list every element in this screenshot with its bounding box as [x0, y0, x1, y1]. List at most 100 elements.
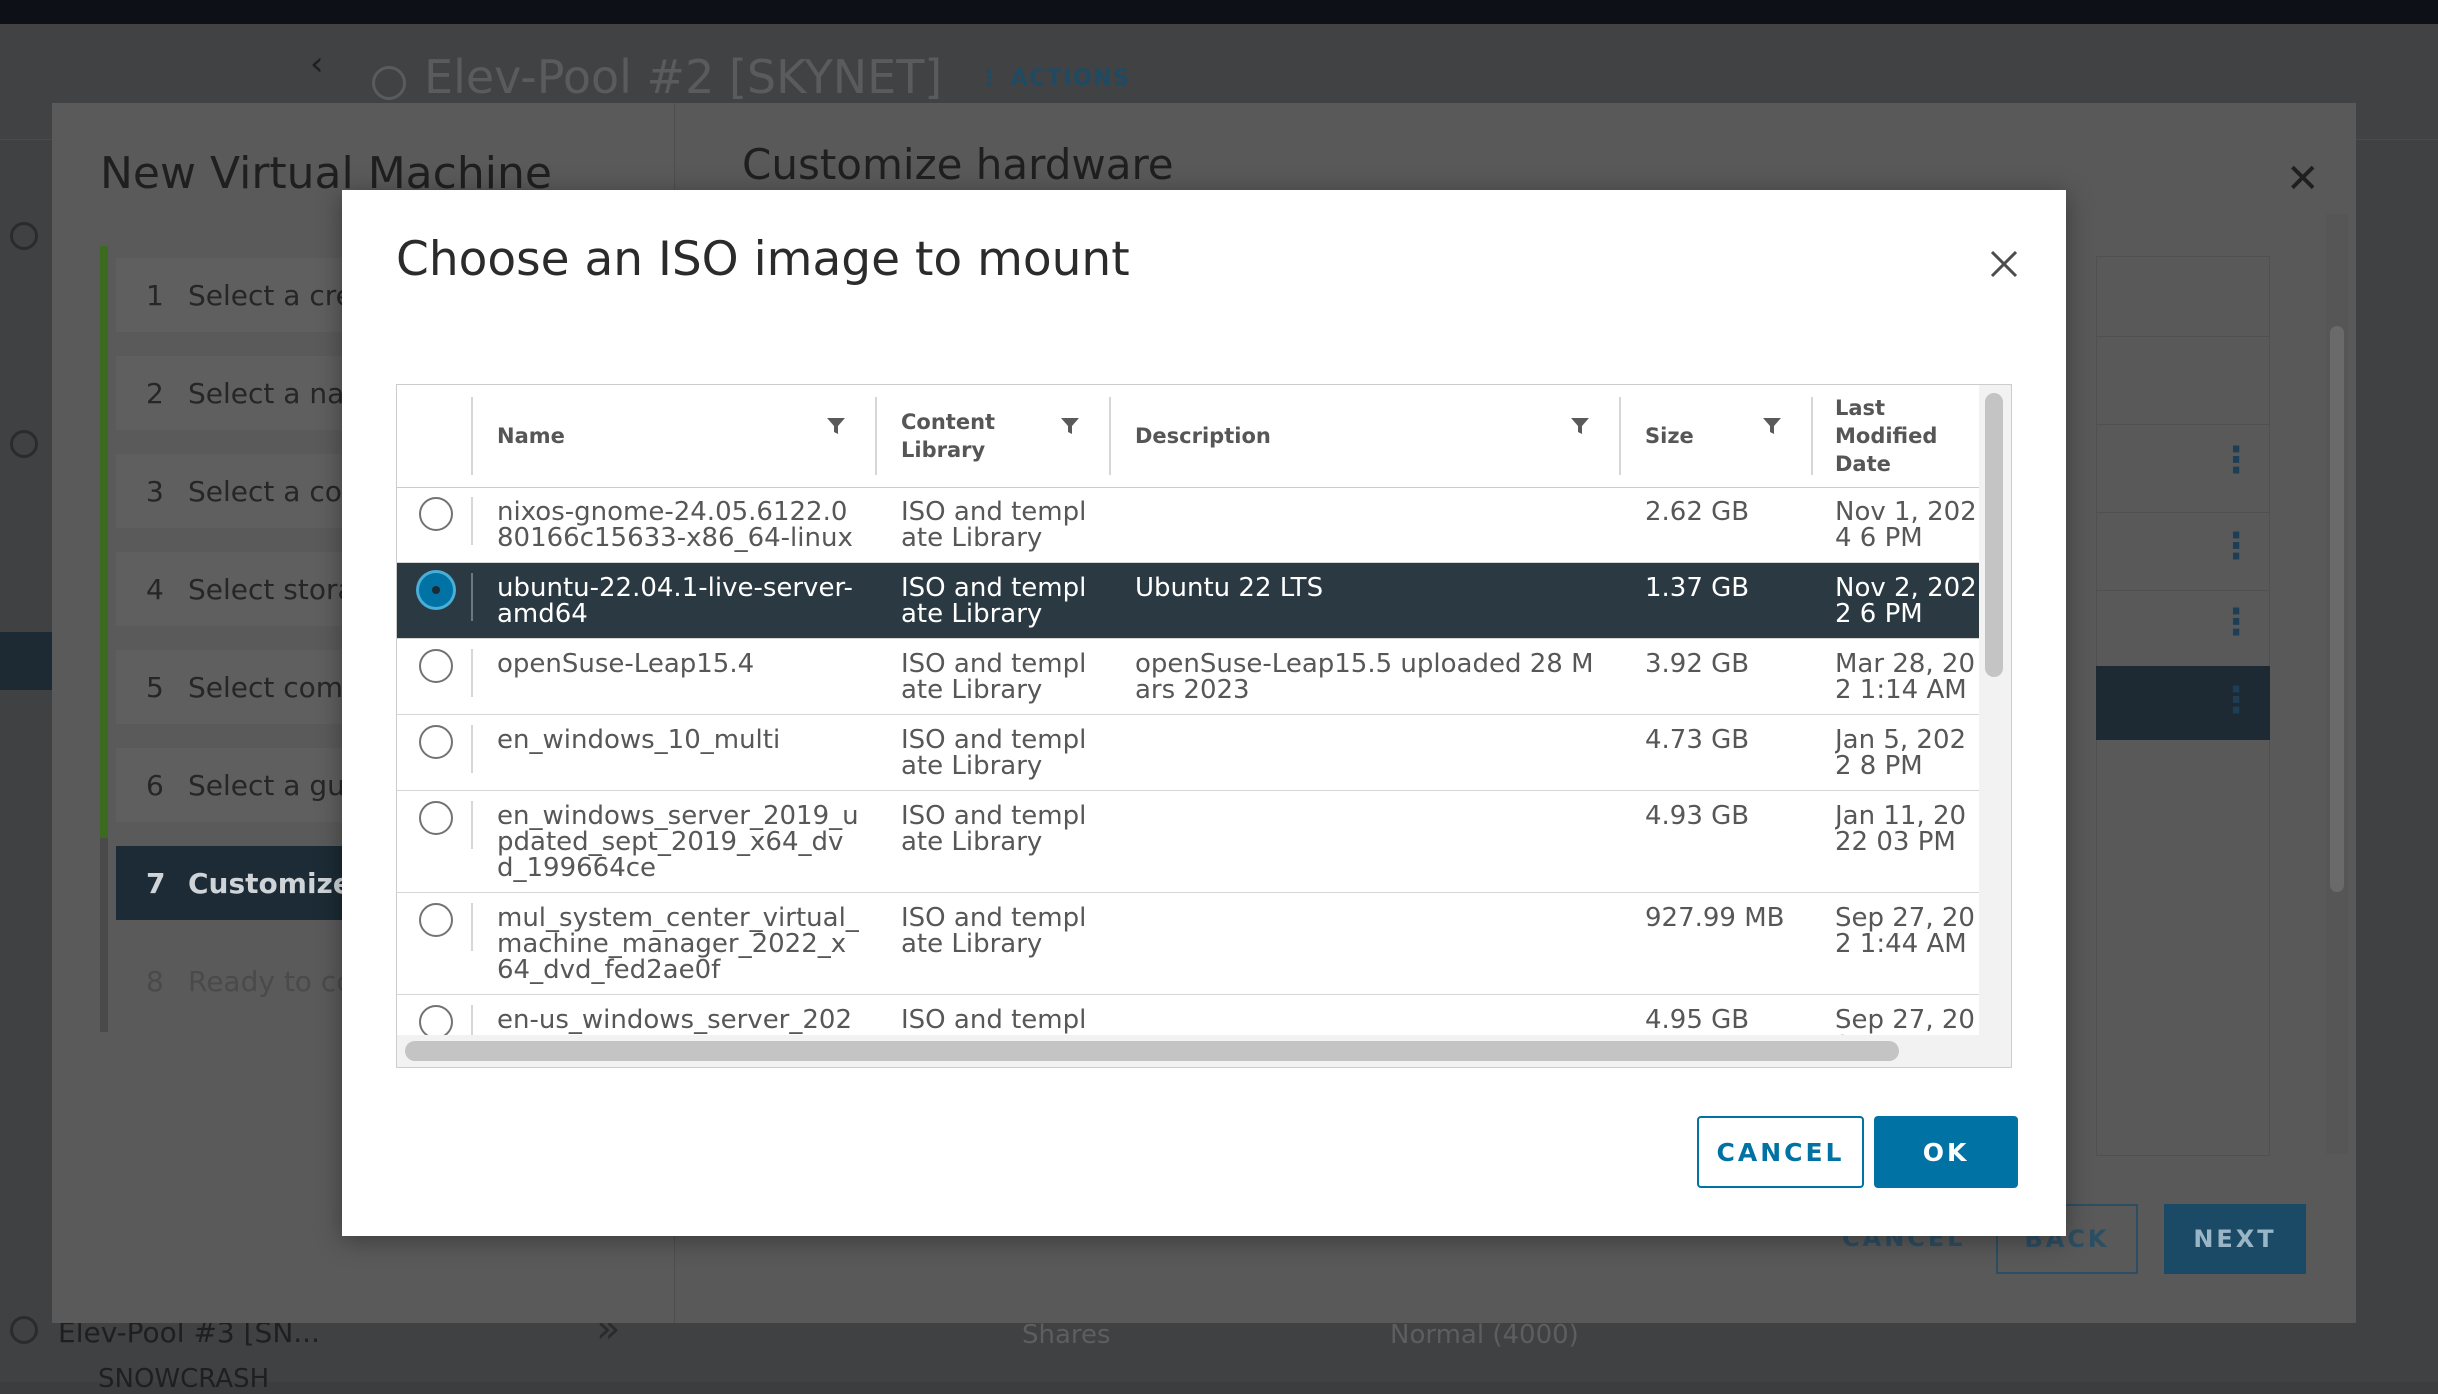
- row-radio-button[interactable]: [419, 1005, 453, 1039]
- step-label: Ready to co: [188, 964, 354, 998]
- cell-description: openSuse-Leap15.5 uploaded 28 Mars 2023: [1135, 649, 1594, 705]
- step-number: 5: [146, 670, 164, 704]
- tree-selected-strip: [0, 632, 56, 690]
- cell-library: ISO and template Library: [901, 497, 1087, 553]
- column-header-name[interactable]: Name: [497, 385, 797, 487]
- close-icon[interactable]: [1984, 244, 2024, 284]
- cell-name: mul_system_center_virtual_machine_manage…: [497, 903, 859, 985]
- column-resize-handle[interactable]: [1109, 397, 1111, 475]
- row-separator: [471, 497, 473, 545]
- tree-item-snowcrash[interactable]: SNOWCRASH: [98, 1364, 269, 1394]
- kebab-menu-icon[interactable]: ⋮: [2218, 440, 2254, 481]
- table-row[interactable]: en_windows_10_multi ISO and template Lib…: [397, 715, 1979, 791]
- datagrid-horizontal-scroll-thumb[interactable]: [405, 1041, 1899, 1061]
- cell-size: 2.62 GB: [1645, 497, 1750, 527]
- cell-size: 4.93 GB: [1645, 801, 1750, 831]
- cell-modified: Mar 28, 202 1:14 AM: [1835, 651, 1976, 705]
- table-row[interactable]: openSuse-Leap15.4 ISO and template Libra…: [397, 639, 1979, 715]
- filter-icon[interactable]: [1761, 415, 1783, 437]
- table-row-selected[interactable]: ubuntu-22.04.1-live-server-amd64 ISO and…: [397, 563, 1979, 639]
- row-radio-button[interactable]: [419, 801, 453, 835]
- cell-modified: Sep 27, 202 1:44 AM: [1835, 905, 1975, 959]
- table-row[interactable]: mul_system_center_virtual_machine_manage…: [397, 893, 1979, 995]
- cell-library: ISO and template Library: [901, 801, 1087, 857]
- kebab-menu-icon[interactable]: ⋮: [2218, 526, 2254, 567]
- step-number: 4: [146, 572, 164, 606]
- collapse-chevron-icon[interactable]: ‹: [310, 44, 324, 84]
- row-radio-button[interactable]: [419, 497, 453, 531]
- resource-pool-icon: [10, 430, 38, 458]
- cell-name: en-us_windows_server_202: [497, 1005, 852, 1035]
- step-number: 3: [146, 474, 164, 508]
- row-separator: [471, 725, 473, 773]
- wizard-next-button[interactable]: NEXT: [2164, 1204, 2306, 1274]
- cell-modified: Sep 27, 202: [1835, 1007, 1975, 1037]
- page-title: Elev-Pool #2 [SKYNET]: [424, 50, 943, 104]
- filter-icon[interactable]: [1569, 415, 1591, 437]
- row-separator: [471, 903, 473, 951]
- wizard-scrollbar-thumb[interactable]: [2330, 326, 2344, 892]
- cell-modified: Jan 5, 2022 8 PM: [1835, 727, 1967, 781]
- table-row[interactable]: nixos-gnome-24.05.6122.080166c15633-x86_…: [397, 487, 1979, 563]
- datagrid-vertical-scroll-thumb[interactable]: [1985, 393, 2003, 677]
- divider: [2096, 424, 2270, 425]
- shares-label: Shares: [1022, 1320, 1111, 1350]
- kebab-menu-icon[interactable]: ⋮: [2218, 680, 2254, 721]
- step-label: Select stora: [188, 572, 355, 606]
- filter-icon[interactable]: [825, 415, 847, 437]
- cell-library: ISO and template Library: [901, 573, 1087, 629]
- cell-name: ubuntu-22.04.1-live-server-amd64: [497, 573, 853, 629]
- resource-pool-icon: [10, 1316, 38, 1344]
- row-radio-button[interactable]: [419, 649, 453, 683]
- cell-library: ISO and templ: [901, 1005, 1087, 1035]
- step-number: 6: [146, 768, 164, 802]
- row-radio-button[interactable]: [419, 903, 453, 937]
- kebab-menu-icon[interactable]: ⋮: [2218, 602, 2254, 643]
- cell-name: nixos-gnome-24.05.6122.080166c15633-x86_…: [497, 497, 853, 553]
- column-header-description[interactable]: Description: [1135, 385, 1435, 487]
- iso-datagrid: Name Content Library Description Size La…: [396, 384, 2012, 1068]
- row-separator: [471, 573, 473, 621]
- column-resize-handle[interactable]: [1619, 397, 1621, 475]
- wizard-close-icon[interactable]: ✕: [2286, 156, 2320, 202]
- ok-button[interactable]: OK: [1874, 1116, 2018, 1188]
- cell-library: ISO and template Library: [901, 725, 1087, 781]
- table-row[interactable]: en_windows_server_2019_updated_sept_2019…: [397, 791, 1979, 893]
- step-number: 8: [146, 964, 164, 998]
- step-number: 1: [146, 278, 164, 312]
- steps-progress-line: [100, 246, 108, 838]
- cell-modified: Nov 1, 2024 6 PM: [1835, 499, 1977, 553]
- actions-menu-link[interactable]: ⋮ ACTIONS: [978, 66, 1131, 91]
- cell-size: 927.99 MB: [1645, 903, 1785, 933]
- cancel-button[interactable]: CANCEL: [1697, 1116, 1864, 1188]
- cell-size: 3.92 GB: [1645, 649, 1750, 679]
- cell-modified: Nov 2, 2022 6 PM: [1835, 575, 1977, 629]
- wizard-section-title: Customize hardware: [742, 140, 1174, 189]
- column-resize-handle[interactable]: [1811, 397, 1813, 475]
- row-radio-button-selected[interactable]: [419, 573, 453, 607]
- row-radio-button[interactable]: [419, 725, 453, 759]
- cell-description: Ubuntu 22 LTS: [1135, 573, 1324, 603]
- cell-name: en_windows_10_multi: [497, 725, 781, 755]
- cell-name: openSuse-Leap15.4: [497, 649, 755, 679]
- modal-title: Choose an ISO image to mount: [396, 232, 1130, 287]
- column-separator: [471, 397, 473, 475]
- divider: [2096, 590, 2270, 591]
- step-label: Select a cor: [188, 474, 354, 508]
- row-separator: [471, 801, 473, 849]
- divider: [2096, 512, 2270, 513]
- resource-pool-icon: [10, 222, 38, 250]
- step-label: Select a gue: [188, 768, 363, 802]
- column-header-modified[interactable]: Last Modified Date: [1835, 385, 1985, 487]
- datagrid-header: Name Content Library Description Size La…: [397, 385, 1979, 488]
- cell-size: 1.37 GB: [1645, 573, 1750, 603]
- cell-library: ISO and template Library: [901, 903, 1087, 959]
- filter-icon[interactable]: [1059, 415, 1081, 437]
- top-nav-bar: [0, 0, 2438, 24]
- cell-library: ISO and template Library: [901, 649, 1087, 705]
- actions-label: ACTIONS: [1010, 66, 1131, 91]
- column-header-size[interactable]: Size: [1645, 385, 1745, 487]
- column-resize-handle[interactable]: [875, 397, 877, 475]
- column-header-library[interactable]: Content Library: [901, 385, 1021, 487]
- cell-modified: Jan 11, 2022 03 PM: [1835, 803, 1967, 857]
